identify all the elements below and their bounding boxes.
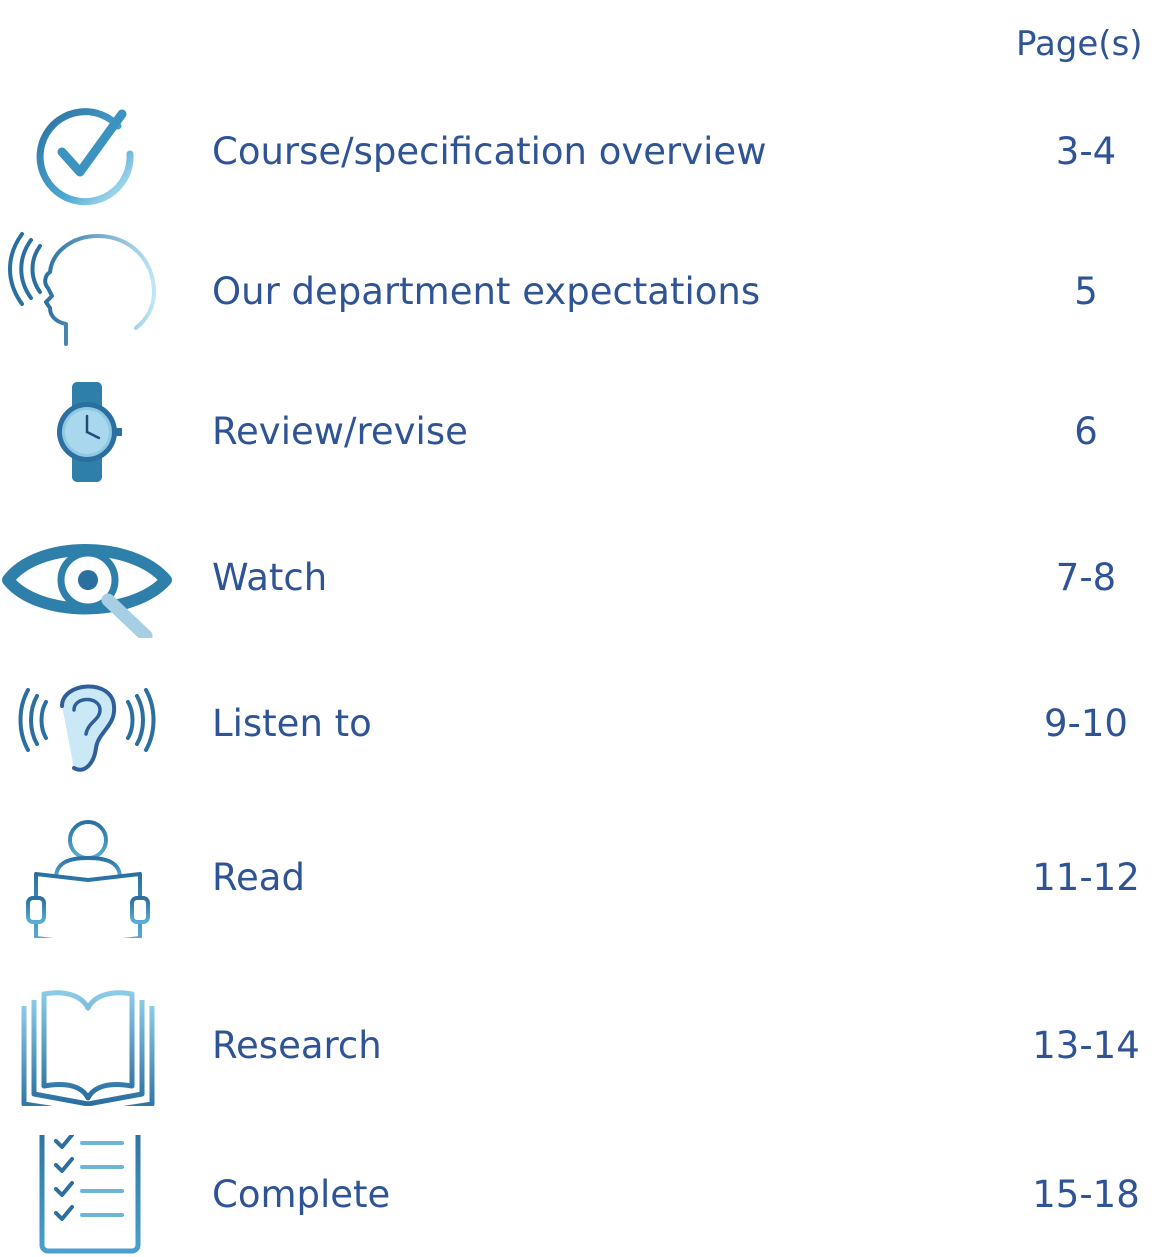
eye-magnifier-icon	[0, 518, 175, 638]
contents-row-listen-to[interactable]: Listen to 9-10	[0, 664, 1161, 784]
wristwatch-icon	[0, 372, 175, 492]
item-label: Research	[212, 1024, 382, 1067]
contents-row-watch[interactable]: Watch 7-8	[0, 518, 1161, 638]
item-label: Course/specification overview	[212, 130, 767, 173]
contents-row-department-expectations[interactable]: Our department expectations 5	[0, 232, 1161, 352]
item-pages: 6	[1074, 410, 1098, 453]
contents-row-read[interactable]: Read 11-12	[0, 818, 1161, 938]
contents-row-complete[interactable]: Complete 15-18	[0, 1135, 1161, 1255]
contents-row-course-overview[interactable]: Course/specification overview 3-4	[0, 92, 1161, 212]
item-pages: 11-12	[1032, 856, 1140, 899]
item-label: Listen to	[212, 702, 372, 745]
item-pages: 5	[1074, 270, 1098, 313]
item-pages: 9-10	[1044, 702, 1128, 745]
item-pages: 15-18	[1032, 1173, 1140, 1216]
item-label: Complete	[212, 1173, 391, 1216]
contents-row-research[interactable]: Research 13-14	[0, 986, 1161, 1106]
person-reading-icon	[0, 818, 175, 938]
item-pages: 7-8	[1055, 556, 1117, 599]
pages-column-header: Page(s)	[1016, 24, 1143, 64]
checkmark-circle-icon	[0, 92, 175, 212]
item-label: Read	[212, 856, 305, 899]
speaking-head-icon	[0, 232, 175, 352]
ear-sound-icon	[0, 664, 175, 784]
item-label: Watch	[212, 556, 328, 599]
open-book-icon	[0, 986, 175, 1106]
item-label: Review/revise	[212, 410, 468, 453]
contents-row-review-revise[interactable]: Review/revise 6	[0, 372, 1161, 492]
item-label: Our department expectations	[212, 270, 761, 313]
item-pages: 13-14	[1032, 1024, 1140, 1067]
item-pages: 3-4	[1055, 130, 1117, 173]
clipboard-checklist-icon	[0, 1135, 175, 1255]
